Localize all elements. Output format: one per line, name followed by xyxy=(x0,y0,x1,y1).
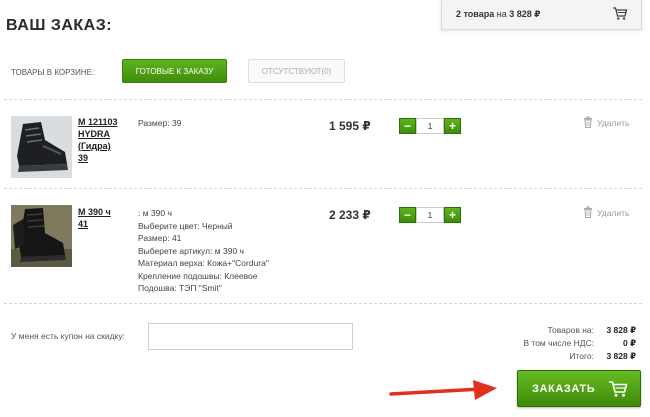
delete-label: Удалить xyxy=(597,118,630,128)
mini-cart-on: на xyxy=(496,9,507,19)
product-name-line: 41 xyxy=(78,219,89,229)
product-image[interactable] xyxy=(11,116,72,178)
product-prop: Подошва: ТЭП "Smit" xyxy=(138,283,222,293)
decrease-quantity-button[interactable]: − xyxy=(399,207,416,223)
tab-missing[interactable]: ОТСУТСТВУЮТ(0) xyxy=(248,59,345,83)
order-button[interactable]: ЗАКАЗАТЬ xyxy=(517,370,641,407)
product-prop: Размер: 41 xyxy=(138,233,182,243)
cart-icon[interactable] xyxy=(612,6,628,26)
cart-icon xyxy=(608,380,628,401)
product-props: Размер: 39 xyxy=(138,117,181,130)
decrease-quantity-button[interactable]: − xyxy=(399,118,416,134)
totals-label: В том числе НДС: xyxy=(523,338,594,348)
delete-label: Удалить xyxy=(597,208,630,218)
product-name-link[interactable]: М 390 ч 41 xyxy=(78,206,111,230)
quantity-stepper: − 1 + xyxy=(399,207,461,223)
coupon-input[interactable] xyxy=(148,323,353,350)
tab-ready-to-order[interactable]: ГОТОВЫЕ К ЗАКАЗУ xyxy=(122,59,227,83)
red-arrow xyxy=(389,380,497,400)
totals-value: 0 ₽ xyxy=(622,338,636,348)
totals-label: Итого: xyxy=(569,351,594,361)
delete-item-button[interactable]: Удалить xyxy=(583,206,629,220)
product-prop: Крепление подошвы: Клеевое xyxy=(138,270,258,281)
divider xyxy=(4,188,642,189)
divider xyxy=(4,303,642,304)
product-props: : м 390 ч Выберите цвет: Черный Размер: … xyxy=(138,207,269,295)
product-image[interactable] xyxy=(11,205,72,267)
delete-item-button[interactable]: Удалить xyxy=(583,116,629,130)
tabs-label: ТОВАРЫ В КОРЗИНЕ: xyxy=(11,68,95,77)
quantity-input[interactable]: 1 xyxy=(416,207,444,223)
trash-icon xyxy=(583,116,593,130)
product-name-link[interactable]: М 121103 HYDRA (Гидра) 39 xyxy=(78,116,118,164)
quantity-input[interactable]: 1 xyxy=(416,118,444,134)
increase-quantity-button[interactable]: + xyxy=(444,118,461,134)
order-button-label: ЗАКАЗАТЬ xyxy=(532,382,596,395)
product-price: 1 595 ₽ xyxy=(329,119,371,133)
increase-quantity-button[interactable]: + xyxy=(444,207,461,223)
totals-row-total: Итого: 3 828 ₽ xyxy=(523,350,636,363)
product-prop: Материал верха: Кожа+"Cordura" xyxy=(138,258,269,268)
product-name-line: М 390 ч xyxy=(78,207,111,217)
quantity-stepper: − 1 + xyxy=(399,118,461,134)
totals-value: 3 828 ₽ xyxy=(606,351,636,361)
mini-cart-text: 2 товара на 3 828 ₽ xyxy=(456,9,541,20)
totals-label: Товаров на: xyxy=(547,325,594,335)
mini-cart-count: 2 товара xyxy=(456,9,495,19)
order-totals: Товаров на: 3 828 ₽ В том числе НДС: 0 ₽… xyxy=(523,324,636,363)
product-name-line: М 121103 xyxy=(78,117,118,127)
product-prop: : м 390 ч xyxy=(138,208,172,218)
mini-cart-sum: 3 828 ₽ xyxy=(509,9,541,19)
product-prop: Размер: 39 xyxy=(138,118,182,128)
product-prop: Выберите цвет: Черный xyxy=(138,220,233,231)
product-name-line: (Гидра) xyxy=(78,141,111,151)
product-name-line: HYDRA xyxy=(78,129,111,139)
product-name-line: 39 xyxy=(78,153,89,163)
product-price: 2 233 ₽ xyxy=(329,208,371,222)
totals-value: 3 828 ₽ xyxy=(606,325,636,335)
trash-icon xyxy=(583,206,593,220)
coupon-label: У меня есть купон на скидку: xyxy=(11,331,125,341)
mini-cart[interactable]: 2 товара на 3 828 ₽ xyxy=(441,0,642,30)
divider xyxy=(4,99,642,100)
totals-row-vat: В том числе НДС: 0 ₽ xyxy=(523,337,636,350)
page-title: ВАШ ЗАКАЗ: xyxy=(6,17,113,34)
totals-row-goods: Товаров на: 3 828 ₽ xyxy=(523,324,636,337)
product-prop: Выберете артикул: м 390 ч xyxy=(138,245,244,256)
